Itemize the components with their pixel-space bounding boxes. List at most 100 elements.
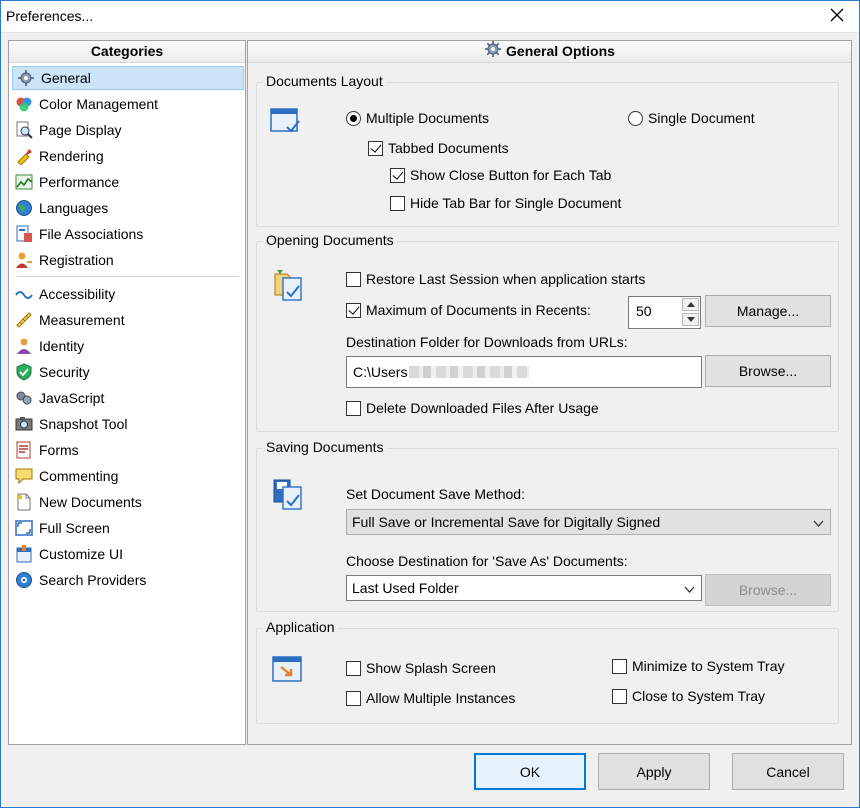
category-item-registration[interactable]: Registration bbox=[11, 248, 245, 272]
category-item-identity[interactable]: Identity bbox=[11, 334, 245, 358]
category-item-forms[interactable]: Forms bbox=[11, 438, 245, 462]
save-method-label: Set Document Save Method: bbox=[346, 486, 525, 502]
browse-downloads-button[interactable]: Browse... bbox=[705, 355, 831, 387]
categories-pane: Categories General Color Management Page D… bbox=[8, 40, 246, 745]
category-item-label: New Documents bbox=[39, 494, 142, 510]
destination-folder-input[interactable]: C:\Users bbox=[346, 356, 702, 388]
category-item-page-display[interactable]: Page Display bbox=[11, 118, 245, 142]
window-title: Preferences... bbox=[6, 8, 94, 24]
category-item-customize-ui[interactable]: Customize UI bbox=[11, 542, 245, 566]
show-splash-checkbox[interactable] bbox=[346, 661, 361, 676]
category-item-label: Color Management bbox=[39, 96, 159, 112]
category-item-color-management[interactable]: Color Management bbox=[11, 92, 245, 116]
hide-tab-bar-checkbox[interactable] bbox=[390, 196, 405, 211]
cancel-button[interactable]: Cancel bbox=[732, 753, 844, 790]
minimize-tray-checkbox[interactable] bbox=[612, 659, 627, 674]
brush-icon bbox=[15, 147, 33, 166]
category-item-label: Snapshot Tool bbox=[39, 416, 128, 432]
close-button[interactable] bbox=[814, 0, 860, 33]
show-splash-label: Show Splash Screen bbox=[366, 660, 496, 676]
single-document-label: Single Document bbox=[648, 110, 755, 126]
hide-tab-bar-label: Hide Tab Bar for Single Document bbox=[410, 195, 622, 211]
file-assoc-icon bbox=[15, 225, 33, 243]
restore-session-checkbox[interactable] bbox=[346, 272, 361, 287]
close-icon bbox=[830, 8, 844, 25]
category-item-commenting[interactable]: Commenting bbox=[11, 464, 245, 488]
chevron-down-icon bbox=[686, 317, 695, 322]
category-item-label: Forms bbox=[39, 442, 79, 458]
category-item-accessibility[interactable]: Accessibility bbox=[11, 282, 245, 306]
save-as-select[interactable]: Last Used Folder bbox=[346, 575, 702, 601]
category-item-label: Identity bbox=[39, 338, 85, 354]
tabbed-documents-checkbox[interactable] bbox=[368, 141, 383, 156]
category-item-performance[interactable]: Performance bbox=[11, 170, 245, 194]
general-options-pane: General Options Documents Layout Multipl… bbox=[247, 40, 852, 745]
category-item-snapshot-tool[interactable]: Snapshot Tool bbox=[11, 412, 245, 436]
magnifier-icon bbox=[15, 121, 33, 139]
identity-icon bbox=[15, 337, 33, 355]
max-recents-label: Maximum of Documents in Recents: bbox=[366, 302, 591, 318]
globe-icon bbox=[15, 199, 33, 217]
general-options-header: General Options bbox=[248, 40, 851, 64]
ruler-icon bbox=[15, 311, 33, 329]
application-icon bbox=[271, 655, 303, 688]
dialog-buttons: OK Apply Cancel bbox=[0, 745, 860, 808]
form-icon bbox=[15, 441, 33, 459]
category-item-label: Full Screen bbox=[39, 520, 110, 536]
category-item-label: JavaScript bbox=[39, 390, 105, 406]
save-method-select[interactable]: Full Save or Incremental Save for Digita… bbox=[346, 509, 831, 535]
category-item-label: Registration bbox=[39, 252, 114, 268]
category-item-rendering[interactable]: Rendering bbox=[11, 144, 245, 168]
category-item-label: Commenting bbox=[39, 468, 119, 484]
category-item-javascript[interactable]: JavaScript bbox=[11, 386, 245, 410]
spinner-up-button[interactable] bbox=[682, 298, 699, 311]
title-bar: Preferences... bbox=[0, 0, 860, 33]
destination-folder-value: C:\Users bbox=[353, 364, 408, 380]
accessibility-icon bbox=[15, 285, 33, 303]
category-item-label: Security bbox=[39, 364, 90, 380]
customize-icon bbox=[15, 545, 33, 563]
manage-button[interactable]: Manage... bbox=[705, 295, 831, 327]
minimize-tray-label: Minimize to System Tray bbox=[632, 658, 785, 674]
apply-button[interactable]: Apply bbox=[598, 753, 710, 790]
shield-icon bbox=[15, 363, 33, 381]
max-recents-spinner[interactable]: 50 bbox=[628, 296, 701, 329]
delete-downloaded-checkbox[interactable] bbox=[346, 401, 361, 416]
tabbed-documents-label: Tabbed Documents bbox=[388, 140, 509, 156]
category-item-new-documents[interactable]: New Documents bbox=[11, 490, 245, 514]
save-as-label: Choose Destination for 'Save As' Documen… bbox=[346, 553, 628, 569]
category-item-search-providers[interactable]: Search Providers bbox=[11, 568, 245, 592]
category-item-security[interactable]: Security bbox=[11, 360, 245, 384]
category-item-label: Measurement bbox=[39, 312, 125, 328]
chevron-down-icon bbox=[684, 582, 695, 598]
multiple-documents-label: Multiple Documents bbox=[366, 110, 489, 126]
search-providers-icon bbox=[15, 571, 33, 589]
delete-downloaded-label: Delete Downloaded Files After Usage bbox=[366, 400, 599, 416]
chevron-down-icon bbox=[813, 516, 824, 532]
close-tray-checkbox[interactable] bbox=[612, 689, 627, 704]
ok-button[interactable]: OK bbox=[474, 753, 586, 790]
category-item-measurement[interactable]: Measurement bbox=[11, 308, 245, 332]
gear-icon bbox=[484, 40, 502, 64]
single-document-radio[interactable] bbox=[628, 111, 643, 126]
category-item-label: File Associations bbox=[39, 226, 144, 242]
color-balls-icon bbox=[15, 95, 33, 113]
application-title: Application bbox=[263, 619, 338, 635]
category-item-label: Search Providers bbox=[39, 572, 147, 588]
browse-save-as-button[interactable]: Browse... bbox=[705, 574, 831, 606]
allow-multiple-instances-checkbox[interactable] bbox=[346, 691, 361, 706]
max-recents-checkbox[interactable] bbox=[346, 303, 361, 318]
saving-documents-icon bbox=[271, 477, 305, 516]
category-item-general[interactable]: General bbox=[12, 66, 244, 90]
spinner-down-button[interactable] bbox=[682, 313, 699, 326]
show-close-button-checkbox[interactable] bbox=[390, 168, 405, 183]
application-group: Application Show Splash Screen Allow Mul… bbox=[256, 619, 839, 724]
categories-header: Categories bbox=[9, 41, 245, 63]
category-item-label: Accessibility bbox=[39, 286, 116, 302]
category-item-file-associations[interactable]: File Associations bbox=[11, 222, 245, 246]
multiple-documents-radio[interactable] bbox=[346, 111, 361, 126]
category-item-languages[interactable]: Languages bbox=[11, 196, 245, 220]
category-item-label: Rendering bbox=[39, 148, 104, 164]
category-item-full-screen[interactable]: Full Screen bbox=[11, 516, 245, 540]
allow-multiple-instances-label: Allow Multiple Instances bbox=[366, 690, 516, 706]
